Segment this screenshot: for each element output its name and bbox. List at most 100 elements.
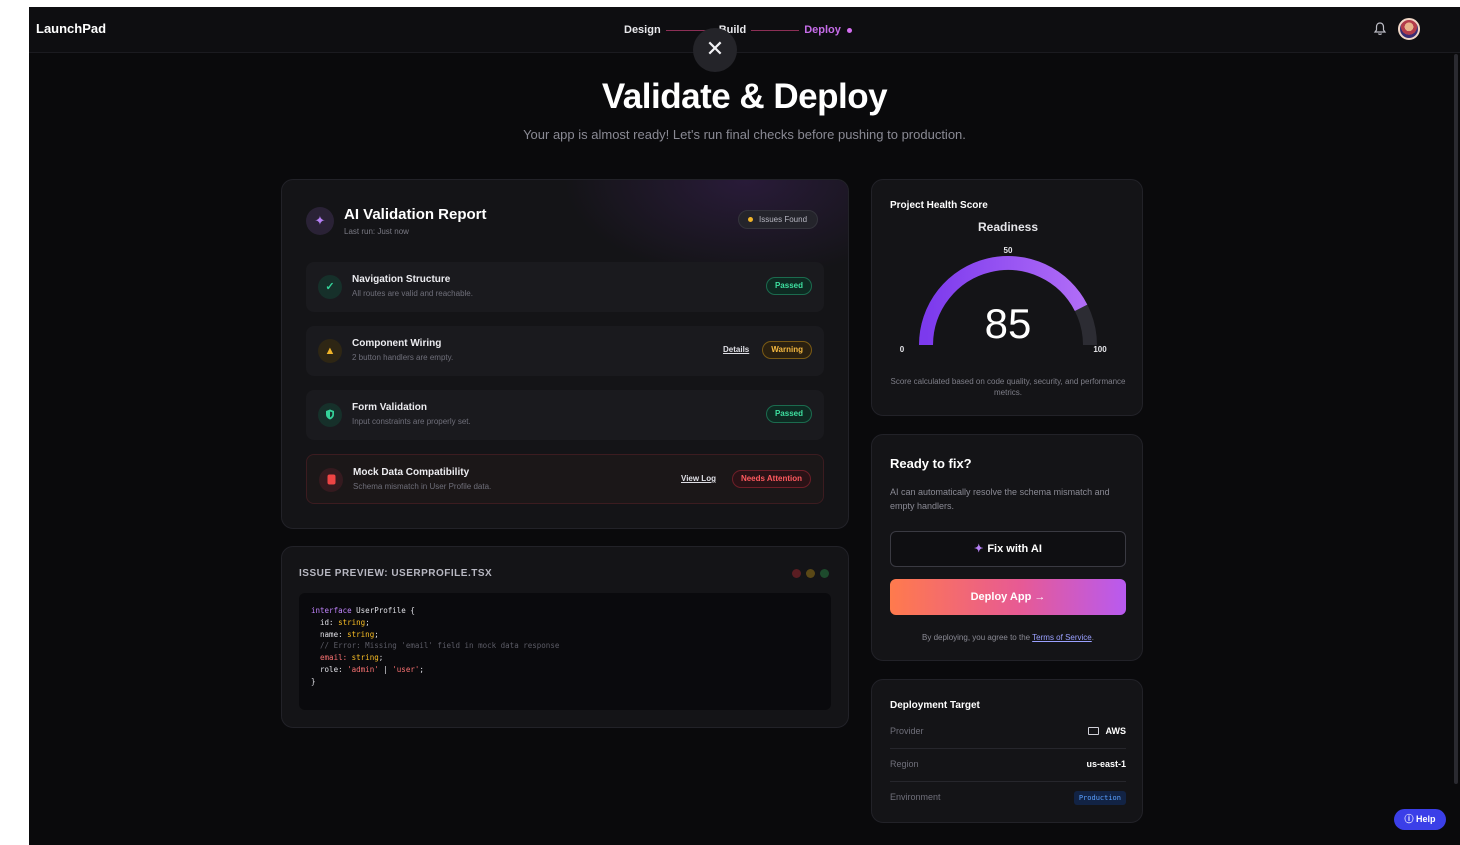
check-title: Navigation Structure bbox=[352, 274, 451, 285]
ready-to-fix-title: Ready to fix? bbox=[890, 456, 972, 471]
terms-prefix: By deploying, you agree to the bbox=[922, 633, 1033, 642]
deployment-target-card: Deployment Target Provider AWS Region us… bbox=[871, 679, 1143, 823]
issue-preview-card: ISSUE PREVIEW: USERPROFILE.TSX interface… bbox=[281, 546, 849, 728]
check-description: Schema mismatch in User Profile data. bbox=[353, 482, 492, 491]
gauge-max-label: 100 bbox=[1093, 345, 1107, 354]
step-progress: Design Build Deploy bbox=[624, 23, 852, 37]
code-string: 'admin' bbox=[342, 664, 379, 674]
terms-suffix: . bbox=[1091, 633, 1094, 642]
code-line: interface UserProfile { bbox=[311, 605, 819, 617]
project-health-card: Project Health Score Readiness 50 85 0 1… bbox=[871, 179, 1143, 416]
brand-logo[interactable]: LaunchPad bbox=[36, 21, 106, 36]
deployment-target-title: Deployment Target bbox=[890, 700, 980, 711]
code-line: email: string; bbox=[320, 653, 384, 663]
check-component-wiring: ▲ Component Wiring 2 button handlers are… bbox=[306, 326, 824, 376]
code-text: | bbox=[378, 664, 393, 674]
code-line: name: string; bbox=[320, 629, 379, 639]
details-link[interactable]: Details bbox=[723, 345, 749, 354]
health-score-value: 85 bbox=[985, 300, 1032, 347]
code-text: UserProfile { bbox=[351, 606, 415, 615]
health-score-title: Project Health Score bbox=[890, 200, 988, 211]
code-type: string bbox=[347, 653, 379, 663]
gauge-min-label: 0 bbox=[900, 345, 905, 354]
check-description: 2 button handlers are empty. bbox=[352, 353, 454, 362]
server-icon bbox=[1088, 727, 1100, 735]
scrollbar[interactable] bbox=[1454, 54, 1458, 784]
check-description: All routes are valid and reachable. bbox=[352, 289, 473, 298]
code-type: string bbox=[333, 617, 366, 627]
fix-with-ai-label: Fix with AI bbox=[987, 543, 1042, 555]
code-type: string bbox=[342, 629, 375, 639]
code-property-error: email: bbox=[320, 653, 348, 663]
code-comment: // Error: Missing 'email' field in mock … bbox=[320, 641, 560, 651]
magic-wand-icon: ✦ bbox=[974, 543, 984, 555]
help-button[interactable]: ⓘ Help bbox=[1394, 809, 1446, 830]
page-title: Validate & Deploy bbox=[601, 77, 888, 116]
gauge-label: Readiness bbox=[978, 220, 1038, 234]
ready-to-fix-description: AI can automatically resolve the schema … bbox=[890, 487, 1110, 511]
check-title: Component Wiring bbox=[352, 338, 442, 349]
step-deploy[interactable]: Deploy bbox=[804, 24, 841, 36]
issue-preview-title: ISSUE PREVIEW: USERPROFILE.TSX bbox=[299, 568, 493, 579]
code-property: id: bbox=[320, 617, 334, 627]
active-step-indicator bbox=[846, 27, 852, 33]
terms-text: By deploying, you agree to the Terms of … bbox=[872, 633, 1144, 642]
provider-value-text: AWS bbox=[1105, 726, 1126, 736]
view-log-link[interactable]: View Log bbox=[681, 474, 716, 483]
warning-icon: ▲ bbox=[318, 339, 342, 363]
deploy-app-button[interactable]: Deploy App → bbox=[890, 579, 1126, 615]
environment-label: Environment bbox=[890, 792, 941, 802]
shield-icon bbox=[318, 403, 342, 427]
window-dots bbox=[792, 569, 829, 578]
bell-icon[interactable] bbox=[1373, 21, 1387, 37]
code-line: role: 'admin' | 'user'; bbox=[320, 664, 424, 674]
step-connector bbox=[751, 29, 800, 31]
validation-report-title: AI Validation Report bbox=[344, 206, 487, 223]
region-label: Region bbox=[890, 759, 919, 769]
fix-with-ai-button[interactable]: ✦ Fix with AI bbox=[890, 531, 1126, 567]
check-description: Input constraints are properly set. bbox=[352, 417, 471, 426]
green-dot-icon bbox=[820, 569, 829, 578]
check-icon: ✓ bbox=[318, 275, 342, 299]
status-badge-passed: Passed bbox=[765, 405, 812, 423]
code-line: id: string; bbox=[320, 617, 370, 627]
status-badge-warning: Warning bbox=[762, 341, 812, 359]
code-line: } bbox=[311, 676, 316, 686]
red-dot-icon bbox=[792, 569, 801, 578]
region-row: Region us-east-1 bbox=[890, 749, 1126, 782]
terms-of-service-link[interactable]: Terms of Service bbox=[1032, 633, 1092, 642]
health-score-note: Score calculated based on code quality, … bbox=[890, 377, 1126, 397]
gauge-mid-label: 50 bbox=[1004, 246, 1013, 255]
issues-found-badge: Issues Found bbox=[738, 210, 819, 229]
ready-to-fix-card: Ready to fix? AI can automatically resol… bbox=[871, 434, 1143, 661]
region-value: us-east-1 bbox=[1086, 759, 1126, 769]
code-string: 'user' bbox=[392, 664, 420, 674]
magic-wand-icon: ✦ bbox=[306, 207, 334, 235]
provider-row: Provider AWS bbox=[890, 716, 1126, 749]
provider-value: AWS bbox=[1088, 726, 1126, 736]
close-button[interactable]: ✕ bbox=[693, 28, 737, 72]
page-subtitle: Your app is almost ready! Let's run fina… bbox=[523, 127, 966, 142]
top-bar: LaunchPad Design Build Deploy bbox=[29, 7, 1460, 53]
status-badge-passed: Passed bbox=[765, 277, 812, 295]
environment-row: Environment Production bbox=[890, 782, 1126, 815]
code-property: name: bbox=[320, 629, 343, 639]
check-title: Form Validation bbox=[352, 402, 428, 413]
avatar[interactable] bbox=[1398, 18, 1420, 40]
code-block: interface UserProfile { id: string; name… bbox=[299, 593, 831, 710]
readiness-gauge: Readiness 50 85 0 100 bbox=[900, 220, 1107, 354]
code-keyword: interface bbox=[311, 606, 352, 615]
database-icon bbox=[319, 468, 343, 492]
last-run-text: Last run: Just now bbox=[344, 227, 409, 236]
status-badge-needs-attention: Needs Attention bbox=[731, 470, 811, 488]
validation-report-card: ✦ AI Validation Report Last run: Just no… bbox=[281, 179, 849, 529]
code-property: role: bbox=[320, 664, 343, 674]
check-mock-data-compatibility: Mock Data Compatibility Schema mismatch … bbox=[306, 454, 824, 504]
step-design[interactable]: Design bbox=[624, 24, 661, 36]
help-label: Help bbox=[1416, 814, 1436, 824]
check-form-validation: Form Validation Input constraints are pr… bbox=[306, 390, 824, 440]
yellow-dot-icon bbox=[806, 569, 815, 578]
environment-badge: Production bbox=[1073, 791, 1126, 805]
code-line: // Error: Missing 'email' field in mock … bbox=[311, 640, 819, 652]
provider-label: Provider bbox=[890, 726, 924, 736]
